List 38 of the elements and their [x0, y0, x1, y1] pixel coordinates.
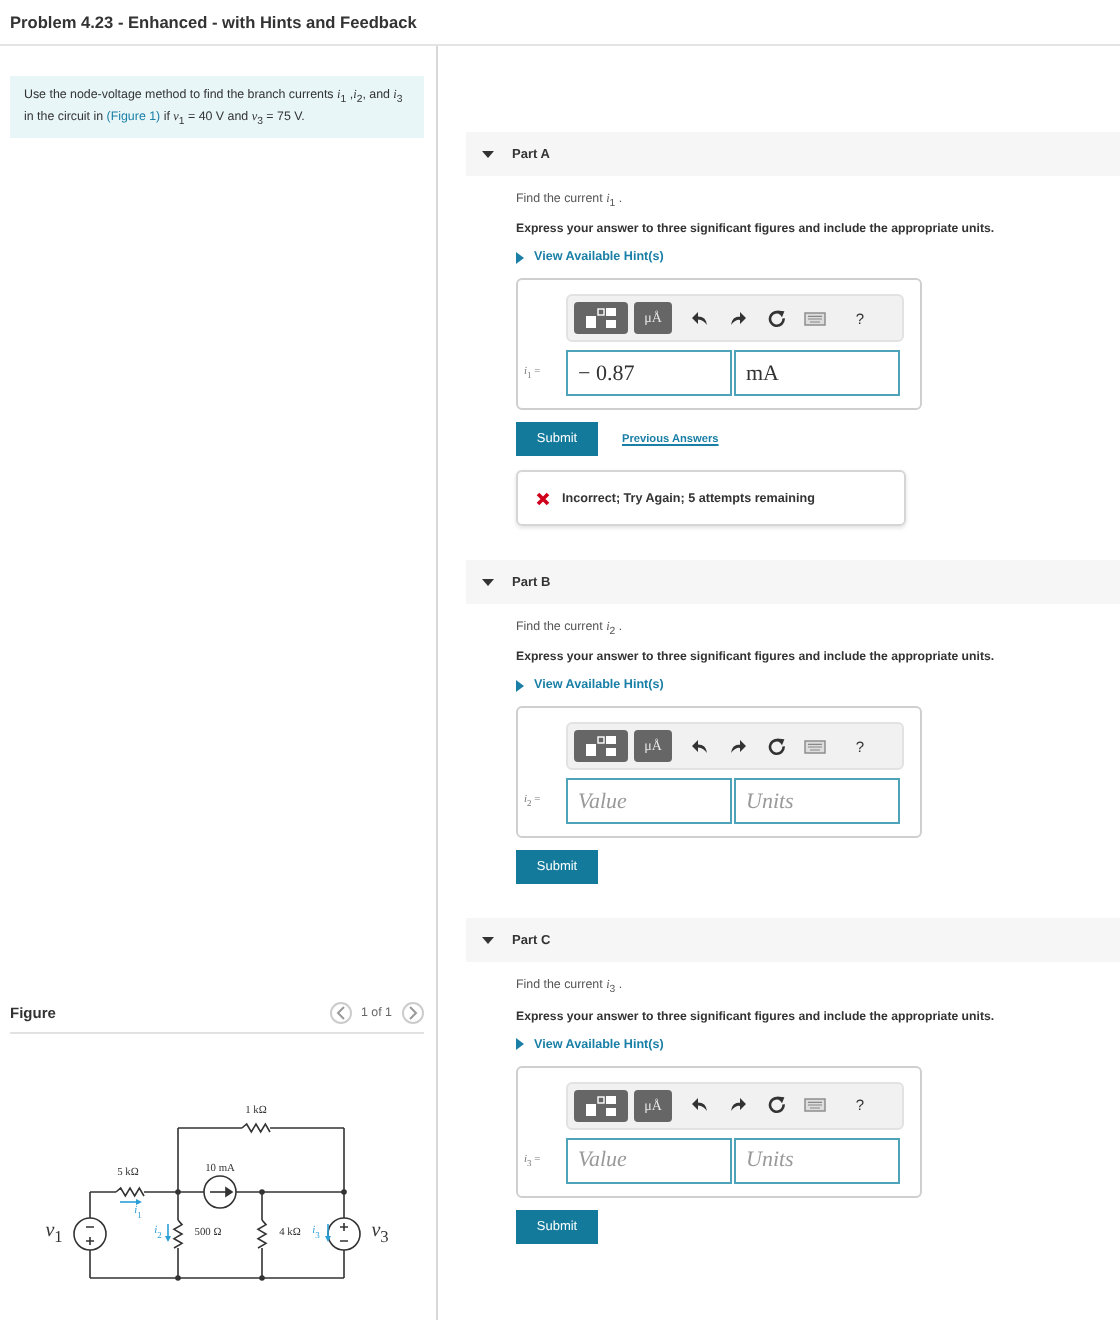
caret-icon — [516, 679, 524, 692]
redo-icon — [730, 1098, 746, 1113]
keyboard-icon — [803, 1098, 825, 1113]
reset-icon — [767, 309, 785, 328]
value-field[interactable]: Value — [566, 778, 732, 825]
undo-icon — [692, 311, 708, 326]
caret-icon — [516, 1038, 524, 1051]
problem-title: Problem 4.23 - Enhanced - with Hints and Feedback — [10, 12, 417, 32]
undo-icon — [692, 739, 708, 754]
reset-icon — [767, 1096, 785, 1115]
chevron-left-icon — [335, 1006, 346, 1020]
current-arrow — [325, 1223, 331, 1242]
template-button[interactable] — [574, 302, 628, 335]
units-field[interactable]: Units — [734, 1137, 900, 1184]
caret-icon — [516, 251, 524, 264]
redo-icon — [730, 739, 746, 754]
units-field[interactable]: Units — [734, 778, 900, 825]
circuit-label: v$_{3}$ — [371, 1221, 389, 1247]
template-icon — [586, 308, 616, 329]
value-field[interactable]: − 0.87 — [566, 350, 732, 397]
undo-icon — [692, 1098, 708, 1113]
template-button[interactable] — [574, 730, 628, 763]
cross-icon — [536, 491, 550, 506]
next-button[interactable] — [402, 1002, 424, 1024]
units-field[interactable]: mA — [734, 350, 900, 397]
value-field[interactable]: Value — [566, 1137, 732, 1184]
keyboard-icon — [803, 739, 825, 754]
template-button[interactable] — [574, 1089, 628, 1122]
previous-button[interactable] — [329, 1002, 352, 1024]
chevron-right-icon — [408, 1006, 418, 1020]
template-icon — [586, 1095, 616, 1116]
current-arrow — [119, 1199, 142, 1205]
reset-icon — [767, 737, 785, 756]
current-arrow — [165, 1223, 171, 1242]
redo-icon — [730, 311, 746, 326]
template-icon — [586, 736, 616, 757]
keyboard-icon — [803, 311, 825, 326]
circuit-label: v$_{1}$ — [45, 1221, 63, 1247]
